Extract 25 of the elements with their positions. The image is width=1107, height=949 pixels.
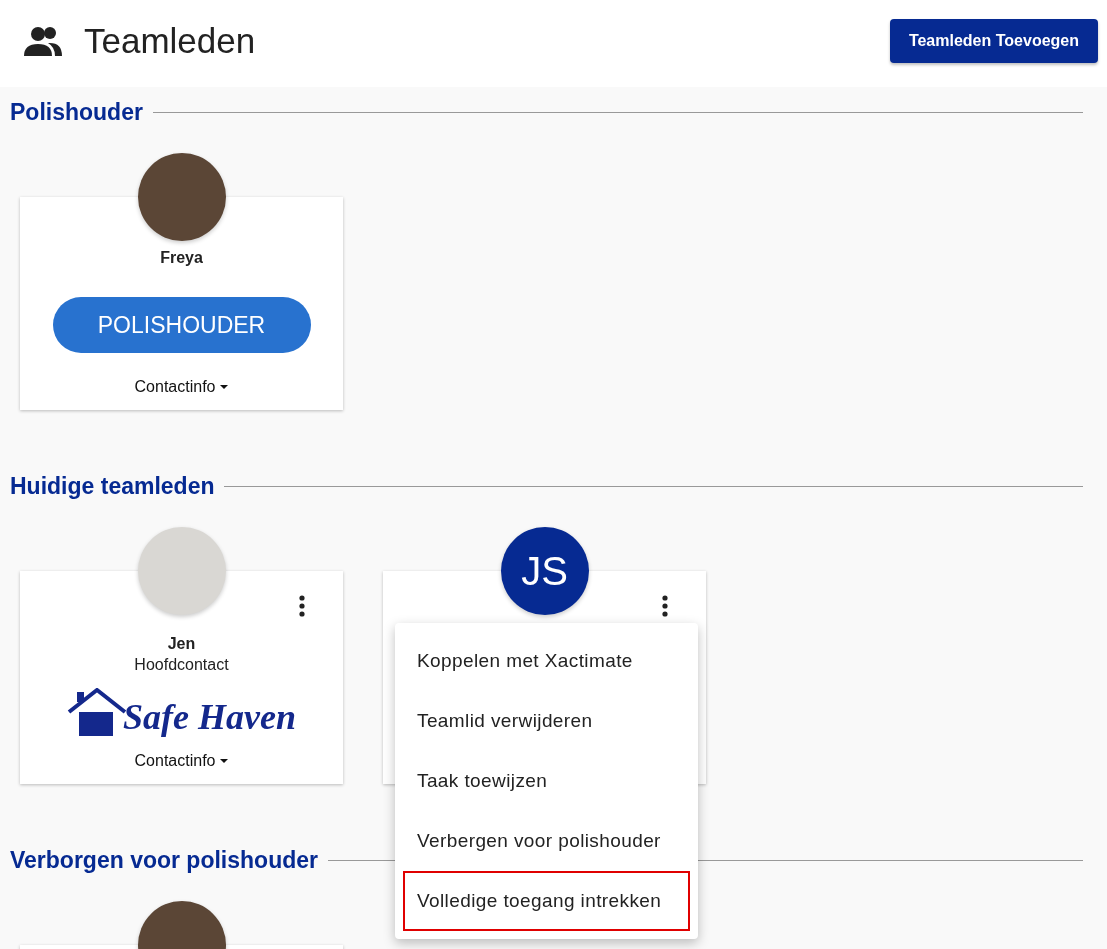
people-icon bbox=[24, 25, 62, 56]
more-button[interactable] bbox=[297, 593, 307, 619]
more-icon bbox=[299, 595, 305, 617]
menu-item[interactable]: Volledige toegang intrekken bbox=[403, 871, 690, 931]
member-name: Freya bbox=[160, 249, 203, 267]
menu-item[interactable]: Verbergen voor polishouder bbox=[403, 811, 690, 871]
page-title: Teamleden bbox=[84, 20, 256, 61]
more-icon bbox=[662, 595, 668, 617]
caret-icon bbox=[220, 759, 229, 763]
menu-item[interactable]: Taak toewijzen bbox=[403, 751, 690, 811]
add-team-members-button[interactable]: Teamleden Toevoegen bbox=[889, 18, 1098, 63]
logo-text: Safe Haven bbox=[123, 696, 296, 738]
section-title: Huidige teamleden bbox=[10, 472, 215, 500]
member-name: Jen bbox=[167, 635, 196, 653]
role-badge: POLISHOUDER bbox=[52, 297, 311, 353]
caret-icon bbox=[220, 385, 229, 389]
member-role: Hoofdcontact bbox=[134, 656, 229, 674]
menu-item[interactable]: Koppelen met Xactimate bbox=[403, 631, 690, 691]
contact-info-button[interactable]: Contactinfo bbox=[130, 748, 233, 774]
initials-avatar: JS bbox=[500, 527, 589, 615]
more-button[interactable] bbox=[660, 593, 670, 619]
menu-item[interactable]: Teamlid verwijderen bbox=[403, 691, 690, 751]
contact-info-button[interactable]: Contactinfo bbox=[130, 374, 233, 400]
section-title: Verborgen voor polishouder bbox=[10, 846, 318, 874]
section-title: Polishouder bbox=[10, 98, 143, 126]
